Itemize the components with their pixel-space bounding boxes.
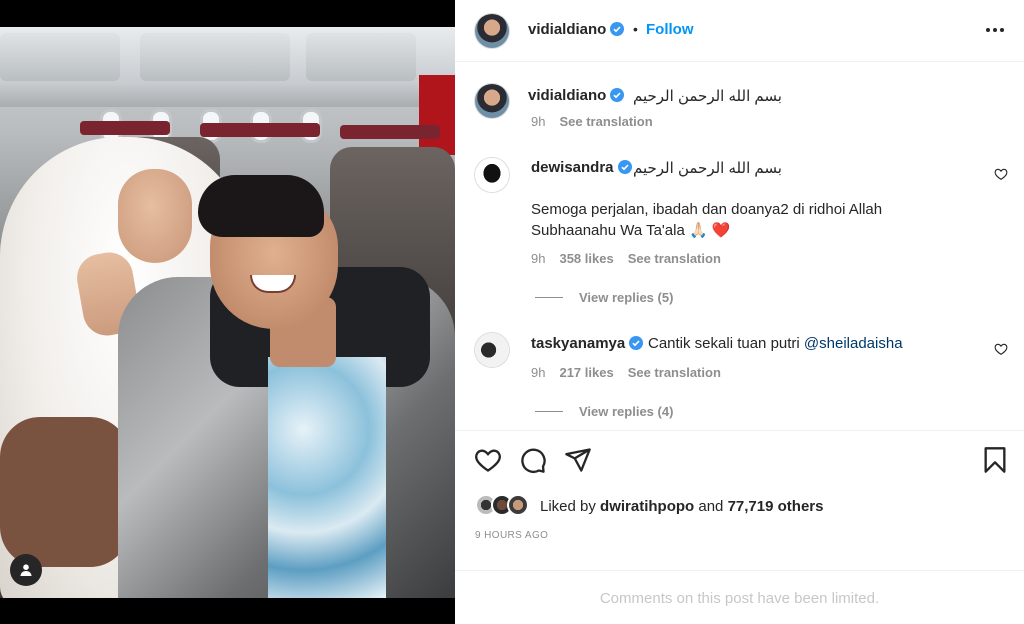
caption-text: بسم الله الرحمن الرحيم	[633, 88, 782, 105]
others-likes-link[interactable]: 77,719 others	[728, 498, 824, 515]
liked-by-row: Liked by dwiratihpopo and 77,719 others	[475, 494, 823, 518]
woman-face	[118, 169, 192, 263]
seat-row	[80, 121, 170, 135]
man-shirt	[268, 357, 386, 598]
woman-leg	[0, 417, 130, 567]
bookmark-icon[interactable]	[981, 446, 1009, 474]
author-avatar[interactable]	[475, 14, 509, 48]
comment-likes[interactable]: 217 likes	[559, 365, 613, 380]
post-header: vidialdiano • Follow	[455, 0, 1024, 62]
comment-meta: 9h 217 likes See translation	[531, 365, 721, 380]
follow-button[interactable]: Follow	[646, 21, 694, 38]
comment-text-line: Cantik sekali tuan putri @sheiladaisha	[648, 333, 903, 354]
comment-text-line: Subhaanahu Wa Ta'ala 🙏🏻 ❤️	[531, 222, 731, 239]
view-replies-button[interactable]: View replies (5)	[535, 290, 673, 305]
replies-divider	[535, 411, 563, 412]
post-timestamp[interactable]: 9 HOURS AGO	[475, 530, 548, 541]
author-username[interactable]: vidialdiano	[528, 21, 625, 38]
verified-badge-icon	[617, 160, 632, 174]
comment-like-heart-icon[interactable]	[994, 342, 1008, 356]
liked-by-conjunction: and	[698, 497, 724, 515]
view-replies-text[interactable]: View replies (5)	[579, 290, 673, 305]
seat-row	[200, 123, 320, 137]
photo-content	[0, 27, 455, 598]
liked-by-prefix: Liked by	[540, 497, 596, 515]
seat-row	[340, 125, 440, 139]
commenter-avatar[interactable]	[475, 333, 509, 367]
mention-link[interactable]: @sheiladaisha	[804, 335, 903, 352]
instagram-post-dialog: vidialdiano • Follow vidialdiano بسم الل…	[0, 0, 1024, 624]
post-photo[interactable]	[0, 0, 455, 624]
heart-icon[interactable]	[474, 446, 502, 474]
first-liker-link[interactable]: dwiratihpopo	[600, 498, 694, 515]
liked-by-avatars	[475, 494, 533, 518]
verified-badge-icon	[610, 22, 625, 36]
comment-username[interactable]: taskyanamya	[531, 335, 625, 352]
comment-time[interactable]: 9h	[531, 365, 545, 380]
comment-text-line: Semoga perjalan, ibadah dan doanya2 di r…	[531, 201, 883, 218]
comments-limited-notice: Comments on this post have been limited.	[599, 590, 880, 607]
verified-badge-icon	[629, 336, 644, 350]
caption-time[interactable]: 9h	[531, 114, 545, 129]
caption-see-translation[interactable]: See translation	[559, 114, 652, 129]
verified-badge-icon	[610, 88, 625, 102]
user-tag-icon[interactable]	[10, 554, 42, 586]
post-side-panel: vidialdiano • Follow vidialdiano بسم الل…	[455, 0, 1024, 624]
caption-author-avatar[interactable]	[475, 84, 509, 118]
comment-meta: 9h 358 likes See translation	[531, 251, 721, 266]
comment-author[interactable]: taskyanamya	[531, 335, 644, 352]
paper-plane-icon[interactable]	[564, 446, 592, 474]
caption-username[interactable]: vidialdiano	[528, 87, 606, 104]
comment-text: Cantik sekali tuan putri	[648, 335, 800, 352]
caption-author[interactable]: vidialdiano	[528, 87, 625, 104]
man-hair	[198, 175, 324, 237]
more-horizontal-icon[interactable]	[986, 28, 1004, 32]
divider	[455, 430, 1024, 431]
view-replies-text[interactable]: View replies (4)	[579, 404, 673, 419]
overhead-bin	[0, 33, 120, 81]
overhead-bin	[140, 33, 290, 81]
comment-see-translation[interactable]: See translation	[628, 251, 721, 266]
commenter-avatar[interactable]	[475, 158, 509, 192]
comment-like-heart-icon[interactable]	[994, 167, 1008, 181]
comment-time[interactable]: 9h	[531, 251, 545, 266]
follow-separator: •	[633, 21, 638, 37]
comment-username[interactable]: dewisandra	[531, 159, 614, 176]
overhead-bin	[306, 33, 416, 81]
author-username-text[interactable]: vidialdiano	[528, 21, 606, 38]
comment-icon[interactable]	[519, 446, 547, 474]
divider	[455, 570, 1024, 571]
comment-likes[interactable]: 358 likes	[559, 251, 613, 266]
caption-meta: 9h See translation	[531, 114, 653, 129]
view-replies-button[interactable]: View replies (4)	[535, 404, 673, 419]
cabin-curtain	[419, 75, 455, 155]
comment-see-translation[interactable]: See translation	[628, 365, 721, 380]
replies-divider	[535, 297, 563, 298]
comment-text-line: بسم الله الرحمن الرحيم	[633, 160, 782, 177]
comment-author[interactable]: dewisandra	[531, 159, 632, 176]
liker-avatar[interactable]	[507, 494, 529, 516]
